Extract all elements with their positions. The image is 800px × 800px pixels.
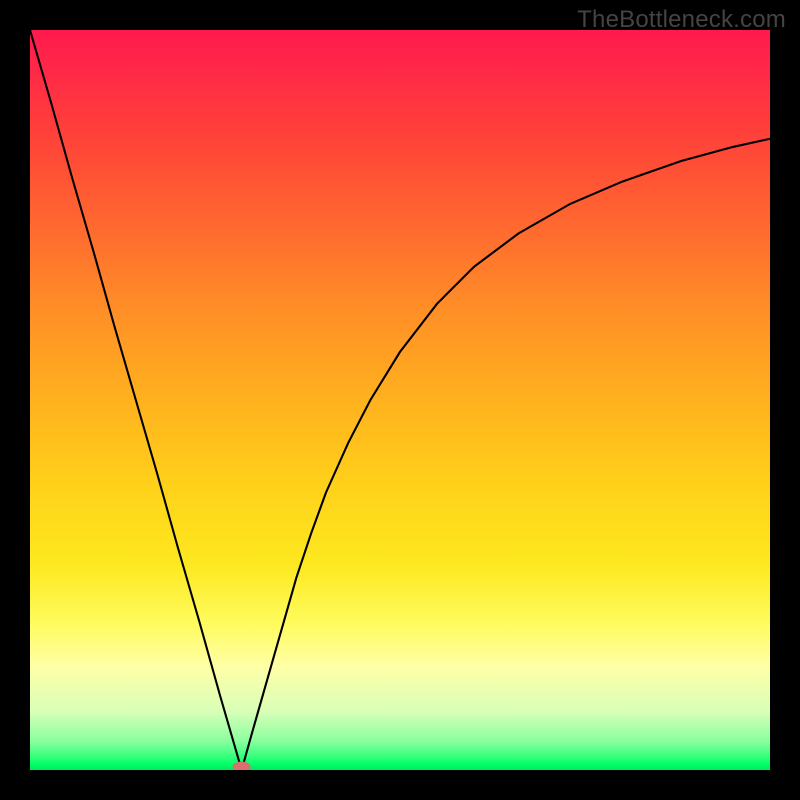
plot-area (30, 30, 770, 770)
minimum-marker (233, 762, 251, 771)
curve-path (30, 30, 770, 770)
chart-frame: TheBottleneck.com (0, 0, 800, 800)
bottleneck-curve (30, 30, 770, 770)
